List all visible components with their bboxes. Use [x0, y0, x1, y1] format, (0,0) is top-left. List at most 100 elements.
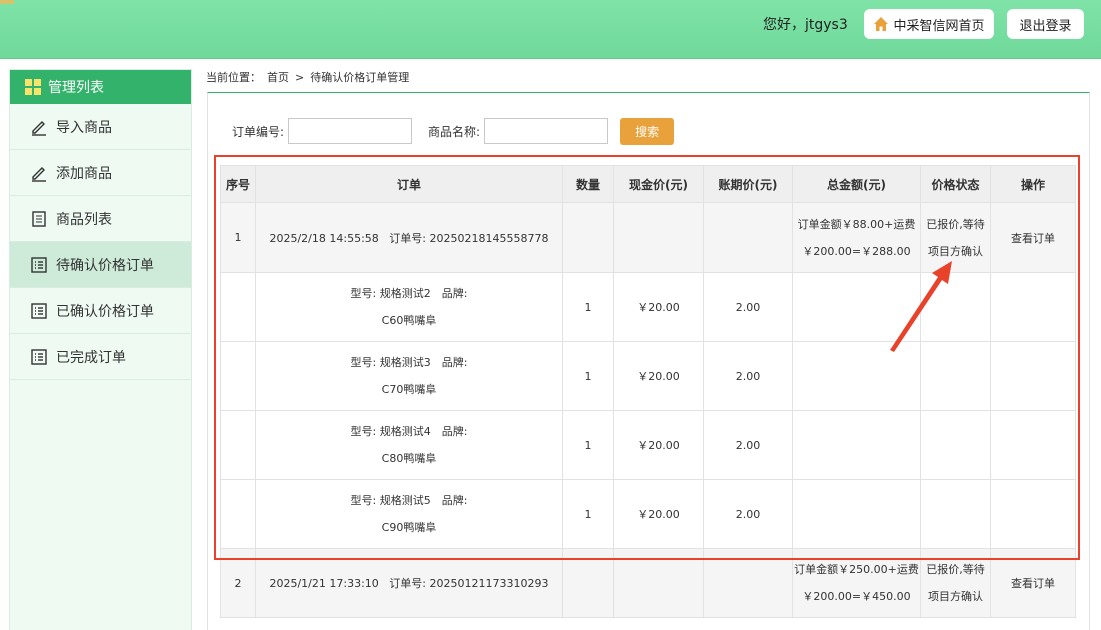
- price-status-line2: 项目方确认: [928, 244, 983, 258]
- column-header-credit-price: 账期价(元): [703, 165, 793, 203]
- item-index-cell: [220, 410, 256, 480]
- item-cash-price: ￥20.00: [613, 341, 704, 411]
- order-number-label: 订单编号:: [232, 124, 285, 139]
- order-total-line1: 订单金额￥88.00+运费: [797, 217, 916, 231]
- price-status-line1: 已报价,等待: [926, 217, 985, 231]
- sidebar-item-label: 待确认价格订单: [56, 257, 154, 274]
- order-item-row: 型号: 规格测试4 品牌: C80鸭嘴阜 1 ￥20.00 2.00: [220, 410, 1076, 480]
- sidebar-item-product-list[interactable]: 商品列表: [10, 196, 191, 242]
- item-credit-price: 2.00: [703, 410, 793, 480]
- order-summary: 2025/1/21 17:33:10 订单号: 2025012117331029…: [255, 548, 563, 618]
- order-action-cell: 查看订单: [990, 202, 1076, 273]
- product-name-label: 商品名称:: [428, 124, 481, 139]
- item-cash-price: ￥20.00: [613, 272, 704, 342]
- sidebar-item-add-product[interactable]: 添加商品: [10, 150, 191, 196]
- order-credit-cell: [703, 202, 793, 273]
- order-index: 2: [220, 548, 256, 618]
- sidebar-item-pending-price-orders[interactable]: 待确认价格订单: [10, 242, 191, 288]
- order-item-row: 型号: 规格测试5 品牌: C90鸭嘴阜 1 ￥20.00 2.00: [220, 479, 1076, 549]
- column-header-total: 总金额(元): [792, 165, 921, 203]
- sidebar-item-label: 商品列表: [56, 211, 112, 228]
- item-spec-line2: C70鸭嘴阜: [381, 383, 437, 396]
- logo-fragment: [0, 0, 14, 4]
- breadcrumb: 当前位置： 首页 > 待确认价格订单管理: [206, 69, 415, 85]
- grid-icon: [25, 79, 41, 95]
- column-header-actions: 操作: [990, 165, 1076, 203]
- home-icon: [874, 17, 889, 31]
- search-button[interactable]: 搜索: [620, 117, 675, 145]
- item-total-cell: [792, 410, 921, 480]
- sidebar-item-confirmed-price-orders[interactable]: 已确认价格订单: [10, 288, 191, 334]
- item-quantity: 1: [562, 272, 614, 342]
- order-quantity-cell: [562, 202, 614, 273]
- pencil-icon: [32, 166, 46, 182]
- view-order-link[interactable]: 查看订单: [1011, 232, 1055, 245]
- item-credit-price: 2.00: [703, 272, 793, 342]
- order-total: 订单金额￥250.00+运费 ￥200.00=￥450.00: [792, 548, 921, 618]
- item-spec-line1: 型号: 规格测试5 品牌:: [350, 494, 468, 507]
- sidebar-item-completed-orders[interactable]: 已完成订单: [10, 334, 191, 380]
- sidebar-item-label: 已确认价格订单: [56, 303, 154, 320]
- search-filters: 订单编号: 商品名称: 搜索: [232, 116, 675, 146]
- item-status-cell: [920, 272, 991, 342]
- item-spec-line1: 型号: 规格测试4 品牌:: [350, 425, 468, 438]
- item-spec-line2: C80鸭嘴阜: [381, 452, 437, 465]
- sidebar-item-label: 已完成订单: [56, 349, 126, 366]
- item-cash-price: ￥20.00: [613, 479, 704, 549]
- sidebar: 管理列表 导入商品 添加商品 商品列表 待确认价格订单 已确认价格订单 已完成订…: [9, 69, 192, 630]
- item-spec: 型号: 规格测试3 品牌: C70鸭嘴阜: [255, 341, 563, 411]
- order-item-row: 型号: 规格测试2 品牌: C60鸭嘴阜 1 ￥20.00 2.00: [220, 272, 1076, 342]
- document-icon: [32, 210, 46, 227]
- column-header-cash-price: 现金价(元): [613, 165, 704, 203]
- column-header-index: 序号: [220, 165, 256, 203]
- item-action-cell: [990, 272, 1076, 342]
- order-quantity-cell: [562, 548, 614, 618]
- sidebar-header: 管理列表: [10, 70, 191, 104]
- list-icon: [31, 256, 47, 273]
- breadcrumb-separator: >: [295, 71, 305, 84]
- price-status-line2: 项目方确认: [928, 590, 983, 603]
- order-number-input[interactable]: [288, 118, 413, 144]
- item-index-cell: [220, 272, 256, 342]
- item-index-cell: [220, 341, 256, 411]
- item-spec-line1: 型号: 规格测试2 品牌:: [350, 287, 468, 300]
- item-spec: 型号: 规格测试4 品牌: C80鸭嘴阜: [255, 410, 563, 480]
- order-action-cell: 查看订单: [990, 548, 1076, 618]
- item-action-cell: [990, 479, 1076, 549]
- sidebar-item-import-products[interactable]: 导入商品: [10, 104, 191, 150]
- item-credit-price: 2.00: [703, 479, 793, 549]
- item-total-cell: [792, 479, 921, 549]
- order-row: 2 2025/1/21 17:33:10 订单号: 20250121173310…: [220, 548, 1076, 618]
- breadcrumb-home-link[interactable]: 首页: [267, 71, 289, 84]
- sidebar-item-label: 导入商品: [56, 119, 112, 136]
- order-number: 20250218145558778: [429, 231, 549, 245]
- item-status-cell: [920, 410, 991, 480]
- item-total-cell: [792, 272, 921, 342]
- item-spec-line1: 型号: 规格测试3 品牌:: [350, 356, 468, 369]
- column-header-price-status: 价格状态: [920, 165, 991, 203]
- product-name-input[interactable]: [484, 118, 609, 144]
- order-number-label: 订单号:: [389, 577, 427, 590]
- item-credit-price: 2.00: [703, 341, 793, 411]
- order-date: 2025/1/21 17:33:10: [269, 577, 379, 590]
- price-status-line1: 已报价,等待: [926, 563, 985, 576]
- portal-home-label: 中采智信网首页: [893, 18, 985, 34]
- view-order-link[interactable]: 查看订单: [1011, 577, 1055, 590]
- order-row: 1 2025/2/18 14:55:58 订单号: 20250218145558…: [220, 202, 1076, 273]
- item-spec-line2: C90鸭嘴阜: [381, 521, 437, 534]
- item-spec-line2: C60鸭嘴阜: [381, 314, 437, 327]
- order-item-row: 型号: 规格测试3 品牌: C70鸭嘴阜 1 ￥20.00 2.00: [220, 341, 1076, 411]
- order-total-line1: 订单金额￥250.00+运费: [794, 563, 919, 576]
- order-total-line2: ￥200.00=￥450.00: [802, 590, 911, 603]
- logout-button[interactable]: 退出登录: [1007, 9, 1084, 39]
- order-summary: 2025/2/18 14:55:58 订单号: 2025021814555877…: [255, 202, 563, 273]
- item-quantity: 1: [562, 341, 614, 411]
- list-icon: [31, 348, 47, 365]
- sidebar-item-label: 添加商品: [56, 165, 112, 182]
- item-index-cell: [220, 479, 256, 549]
- portal-home-button[interactable]: 中采智信网首页: [864, 9, 994, 39]
- breadcrumb-prefix: 当前位置：: [206, 71, 261, 84]
- item-quantity: 1: [562, 479, 614, 549]
- order-cash-cell: [613, 548, 704, 618]
- order-total: 订单金额￥88.00+运费 ￥200.00=￥288.00: [792, 202, 921, 273]
